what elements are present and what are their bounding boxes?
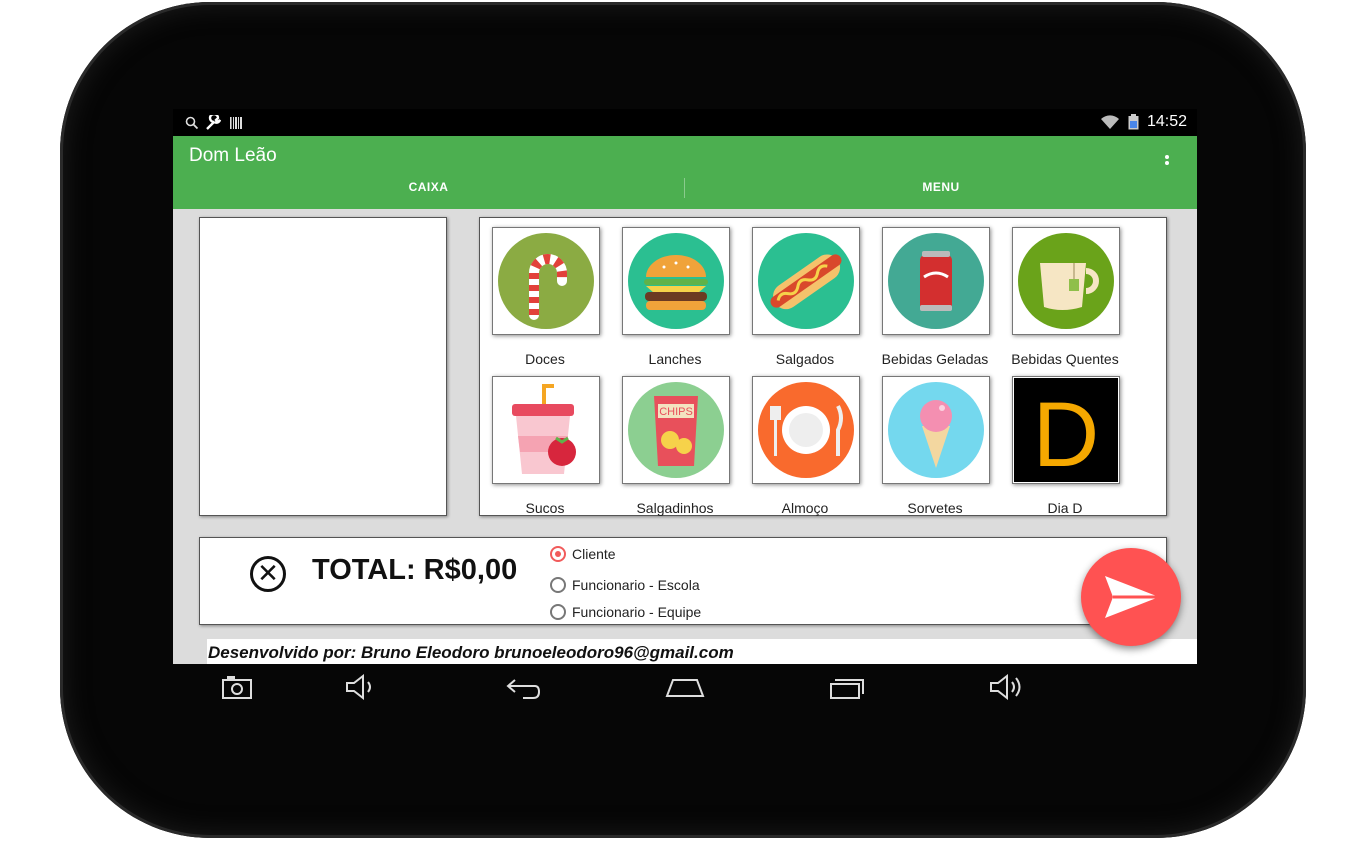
menu-tile[interactable] [1012, 227, 1120, 335]
menu-item-bebidas-geladas[interactable]: Bebidas Geladas [870, 227, 1000, 372]
ice-cream-icon [888, 382, 984, 478]
menu-item-label: Salgados [775, 351, 835, 367]
menu-item-label: Almoço [781, 500, 829, 516]
menu-item-label: Sorvetes [907, 500, 963, 516]
volume-down-icon[interactable] [345, 673, 385, 704]
send-icon [1105, 576, 1159, 618]
menu-item-salgadinhos[interactable]: CHIPS Salgadinhos [610, 376, 740, 521]
soda-can-icon [888, 233, 984, 329]
system-nav-bar [173, 664, 1197, 712]
home-icon[interactable] [665, 674, 705, 704]
menu-tile[interactable] [622, 227, 730, 335]
back-icon[interactable] [503, 674, 543, 704]
radio-label: Cliente [572, 546, 616, 562]
menu-tile[interactable] [492, 227, 600, 335]
plate-cutlery-icon [758, 382, 854, 478]
menu-item-bebidas-quentes[interactable]: Bebidas Quentes [1000, 227, 1130, 372]
menu-item-sucos[interactable]: Sucos [480, 376, 610, 521]
wrench-icon [206, 115, 222, 130]
total-panel: ✕ TOTAL: R$0,00 Cliente Funcionario - Es… [199, 537, 1167, 625]
menu-tile[interactable] [752, 227, 860, 335]
developer-credits: Desenvolvido por: Bruno Eleodoro brunoel… [208, 643, 734, 662]
menu-tile[interactable] [492, 376, 600, 484]
menu-item-label: Salgadinhos [636, 500, 714, 516]
candy-cane-icon [498, 233, 594, 329]
menu-tile[interactable]: CHIPS [622, 376, 730, 484]
status-bar: 14:52 [173, 109, 1197, 136]
radio-funcionario-equipe[interactable]: Funcionario - Equipe [550, 604, 701, 620]
menu-item-lanches[interactable]: Lanches [610, 227, 740, 372]
tab-caixa[interactable]: CAIXA [173, 180, 684, 194]
device-screen: 14:52 Dom Leão CAIXA MENU Doces Lanches … [173, 109, 1197, 664]
barcode-icon [230, 117, 242, 129]
tab-menu[interactable]: MENU [685, 180, 1197, 194]
recents-icon[interactable] [829, 674, 869, 704]
clock-time: 14:52 [1146, 113, 1187, 130]
menu-item-label: Bebidas Geladas [881, 351, 989, 367]
send-order-button[interactable] [1081, 548, 1181, 646]
radio-cliente[interactable]: Cliente [550, 546, 616, 562]
menu-item-label: Bebidas Quentes [1011, 351, 1119, 367]
more-vert-icon[interactable] [1161, 154, 1173, 174]
camera-icon[interactable] [221, 674, 261, 704]
menu-item-dia-d[interactable]: D Dia D [1000, 376, 1130, 521]
app-title: Dom Leão [189, 145, 277, 166]
tea-cup-icon [1018, 233, 1114, 329]
menu-tile[interactable] [882, 227, 990, 335]
order-items-list[interactable] [199, 217, 447, 516]
volume-up-icon[interactable] [989, 673, 1029, 704]
menu-item-salgados[interactable]: Salgados [740, 227, 870, 372]
menu-item-sorvetes[interactable]: Sorvetes [870, 376, 1000, 521]
radio-label: Funcionario - Escola [572, 577, 700, 593]
menu-item-label: Sucos [525, 500, 565, 516]
radio-funcionario-escola[interactable]: Funcionario - Escola [550, 577, 700, 593]
radio-label: Funcionario - Equipe [572, 604, 702, 620]
juice-cup-icon [494, 378, 598, 482]
search-icon [185, 116, 199, 130]
app-bar: Dom Leão CAIXA MENU [173, 136, 1197, 209]
radio-button[interactable] [550, 604, 566, 620]
menu-item-label: Dia D [1047, 500, 1083, 516]
menu-tile[interactable]: D [1012, 376, 1120, 484]
chips-bag-icon: CHIPS [628, 382, 724, 478]
clear-order-button[interactable]: ✕ [250, 556, 286, 592]
burger-icon [628, 233, 724, 329]
wifi-icon [1100, 115, 1119, 129]
radio-button[interactable] [550, 577, 566, 593]
svg-text:CHIPS: CHIPS [659, 406, 693, 418]
close-icon: ✕ [257, 558, 279, 588]
radio-button[interactable] [550, 546, 566, 562]
svg-text:D: D [1033, 384, 1099, 482]
total-label: TOTAL: R$0,00 [312, 554, 518, 586]
menu-tile[interactable] [882, 376, 990, 484]
menu-tile[interactable] [752, 376, 860, 484]
letter-d-icon: D [1014, 378, 1118, 482]
menu-item-almoco[interactable]: Almoço [740, 376, 870, 521]
battery-icon [1128, 114, 1139, 130]
hotdog-icon [758, 233, 854, 329]
menu-grid: Doces Lanches Salgados Bebidas Geladas B… [479, 217, 1167, 516]
menu-item-label: Doces [525, 351, 565, 367]
menu-item-doces[interactable]: Doces [480, 227, 610, 372]
menu-item-label: Lanches [648, 351, 702, 367]
